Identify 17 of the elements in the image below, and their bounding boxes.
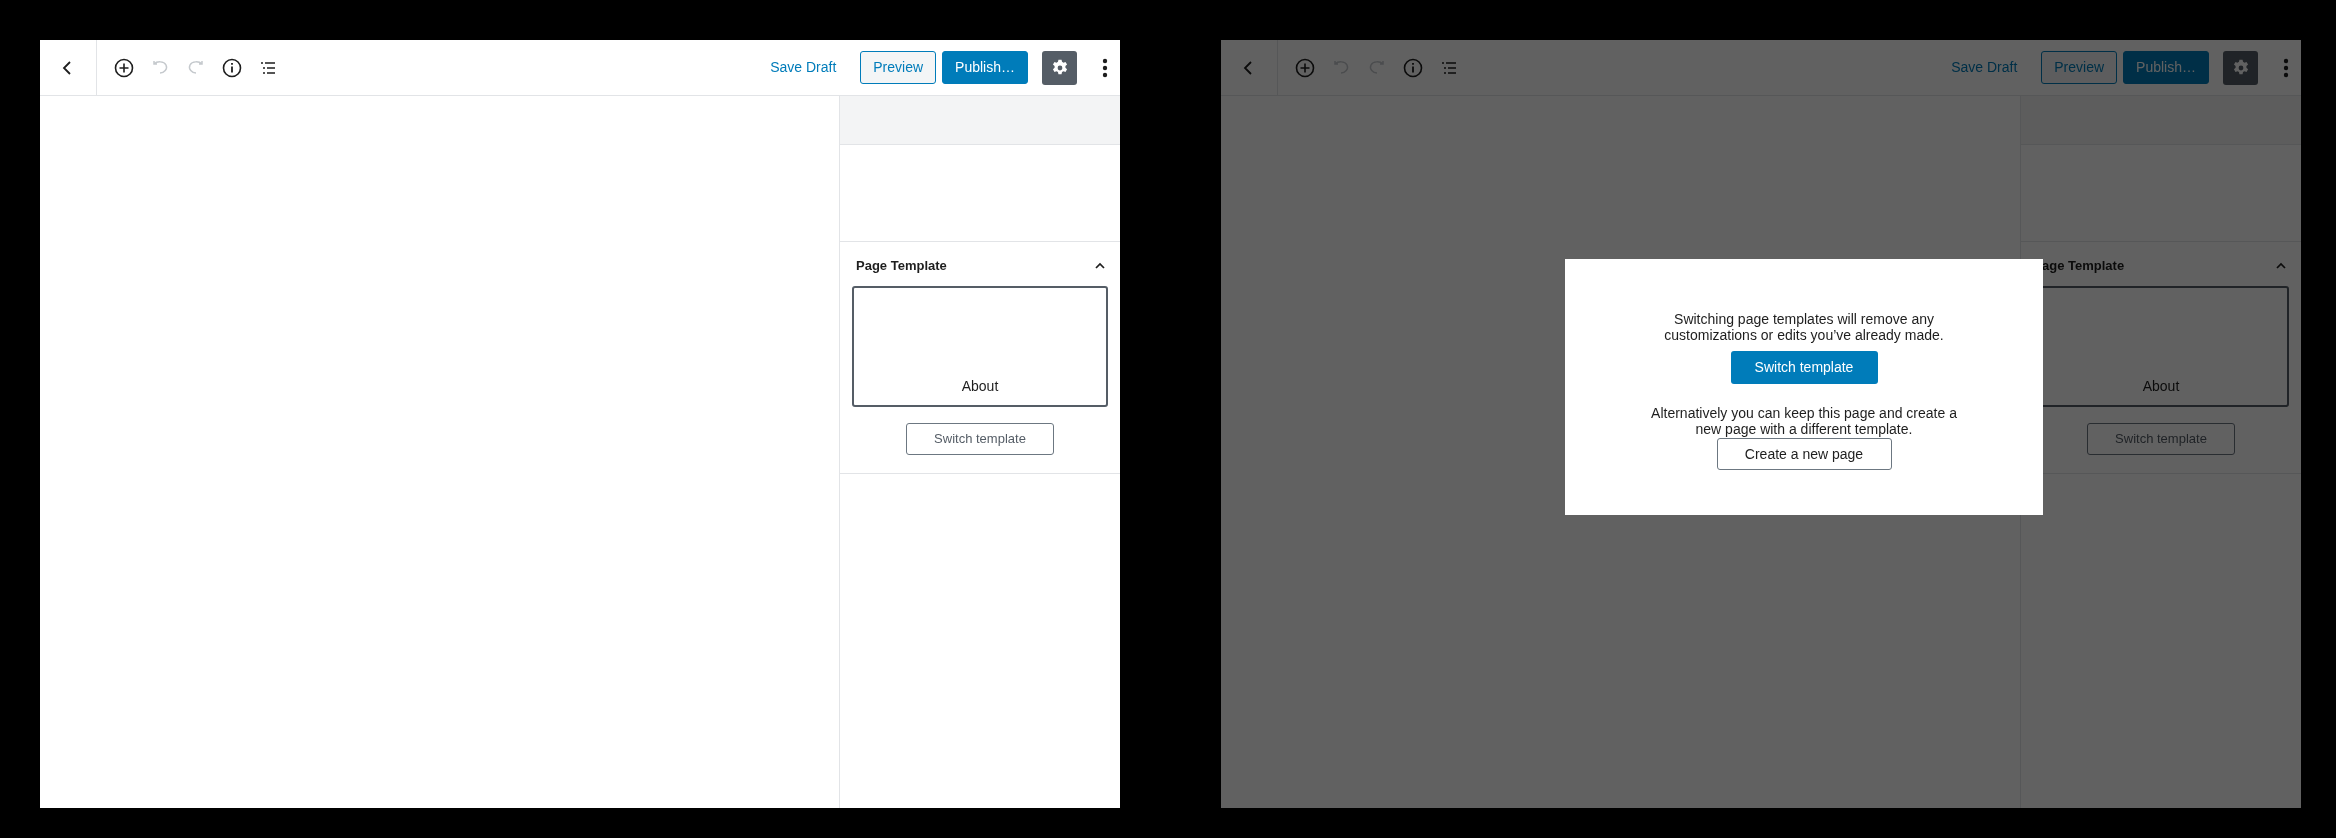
save-draft-link[interactable]: Save Draft <box>770 57 837 78</box>
settings-button[interactable] <box>1042 50 1077 85</box>
create-page-button[interactable]: Create a new page <box>1716 438 1892 470</box>
publish-button[interactable]: Publish… <box>942 51 1028 84</box>
panel-title: Page Template <box>856 257 947 275</box>
switch-template-button[interactable]: Switch template <box>906 422 1054 455</box>
dialog-message: Alternatively you can keep this page and create a new page with a different template. <box>1650 405 1958 437</box>
publish-button[interactable]: Publish… <box>2123 51 2209 84</box>
panel-title: age Template <box>2042 257 2125 275</box>
switch-template-button[interactable]: Switch template <box>2087 422 2235 455</box>
settings-button[interactable] <box>2223 50 2258 85</box>
switch-template-button[interactable]: Switch template <box>1730 351 1878 384</box>
more-options-icon[interactable] <box>1102 57 1108 78</box>
preview-button[interactable]: Preview <box>860 51 937 84</box>
save-draft-link[interactable]: Save Draft <box>1951 57 2018 78</box>
dialog-message: Switching page templates will remove any customizations or edits you’ve already made. <box>1663 311 1945 343</box>
template-option[interactable]: About <box>852 285 1108 407</box>
